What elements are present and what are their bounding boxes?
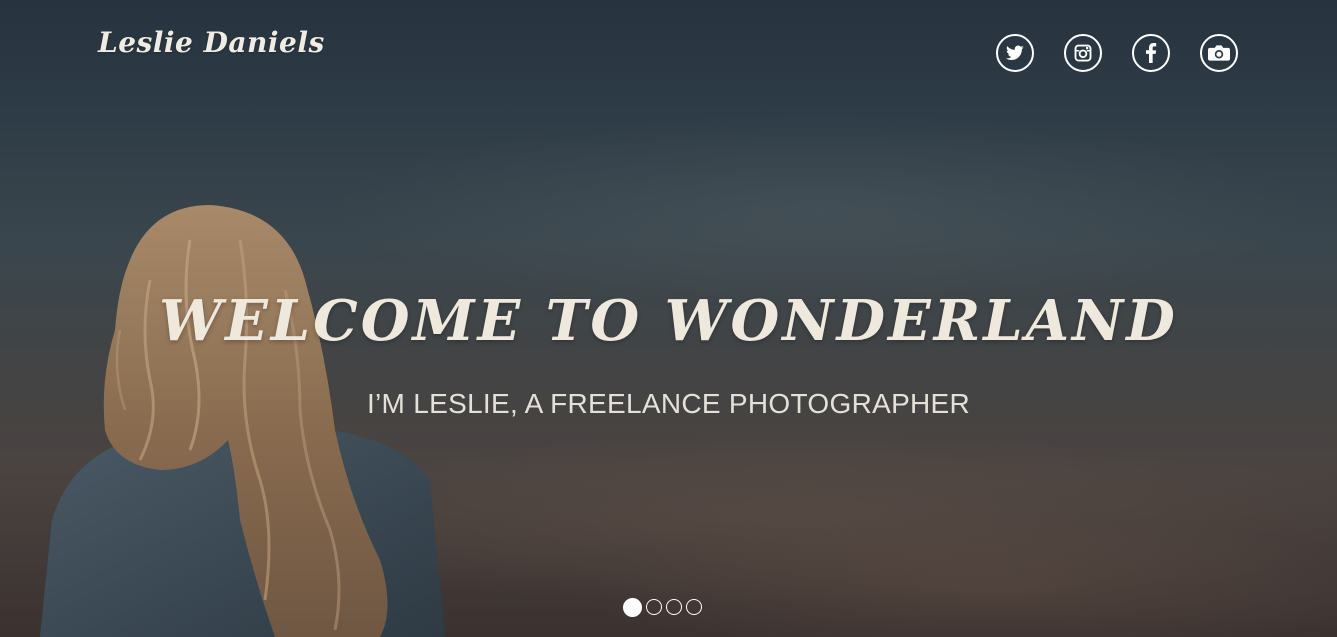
facebook-icon (1146, 43, 1157, 63)
hero-subtitle: I’M LESLIE, A FREELANCE PHOTOGRAPHER (366, 388, 971, 419)
slider-dot[interactable] (646, 599, 662, 615)
slider-dot[interactable] (686, 599, 702, 615)
hero-section: Leslie Daniels WELCOME TO WONDERLAND I’M… (0, 0, 1337, 637)
instagram-link[interactable] (1064, 34, 1102, 72)
social-links (996, 34, 1238, 72)
facebook-link[interactable] (1132, 34, 1170, 72)
twitter-link[interactable] (996, 34, 1034, 72)
camera-icon (1208, 45, 1230, 61)
camera-link[interactable] (1200, 34, 1238, 72)
twitter-icon (1006, 45, 1024, 60)
brand-logo[interactable]: Leslie Daniels (98, 26, 325, 59)
slider-dot[interactable] (623, 598, 642, 617)
slider-pagination (623, 598, 702, 617)
hero-headline: WELCOME TO WONDERLAND (159, 288, 1178, 354)
slider-dot[interactable] (666, 599, 682, 615)
instagram-icon (1074, 44, 1092, 62)
